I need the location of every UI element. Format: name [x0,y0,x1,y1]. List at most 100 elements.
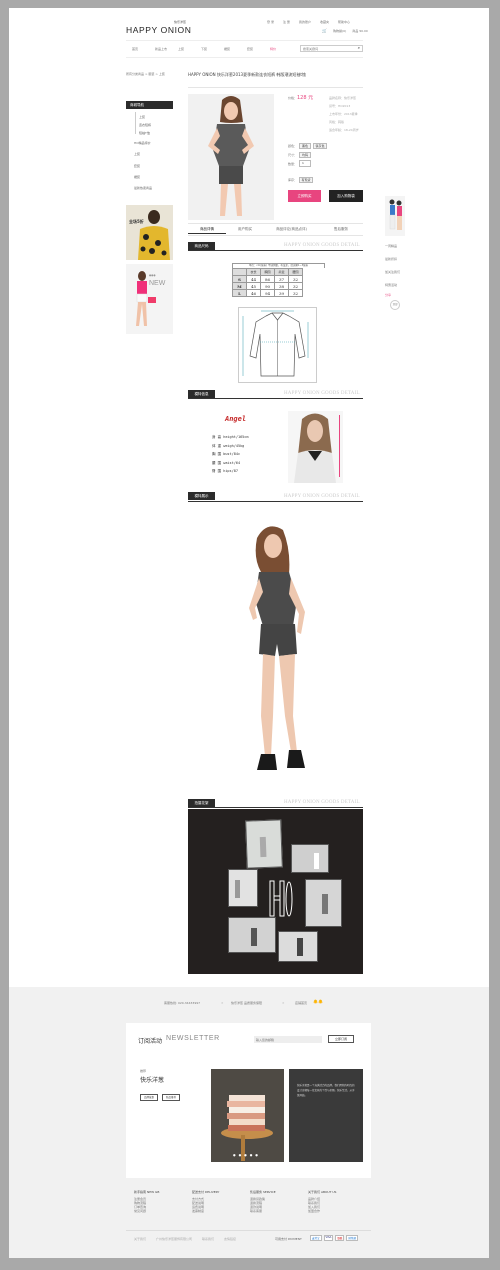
stock-label: 库存： [288,178,298,182]
register-link[interactable]: 注 册 [283,20,290,24]
sidebar-item-skirts[interactable]: 裙装 [134,175,140,179]
cart-count: 购物袋(0) [332,28,347,33]
table-row: S 44 86 37 32 [232,275,303,283]
footer-phone: 客服热线: 020-34433997 [164,1001,201,1005]
model-showcase-image [231,516,327,784]
buy-now-button[interactable]: 立即购买 [288,190,321,202]
cart-total: 商品 ¥0.00 [352,28,368,33]
size-cell: 39 [274,289,289,297]
section-shoot-en: HAPPY ONION GOODS DETAIL [284,800,360,805]
featured-brand: 快乐洋葱 [140,1077,165,1084]
size-table-header: 肩宽 [274,268,289,276]
right-rail-item[interactable]: 加关注我们 [385,270,400,274]
sidebar-item-shorts[interactable]: 连衣短裤 [139,123,151,127]
subscribe-button[interactable]: 立即订阅 [328,1035,354,1043]
size-table-header: 胸围 [260,268,275,276]
right-rail-item[interactable]: 特惠活动 [385,283,400,287]
sidebar-new-banner[interactable]: ●●● NEW [126,264,173,334]
quantity-input[interactable]: 1 [299,160,311,167]
sidebar-item-tops-2[interactable]: 上装 [134,152,140,156]
bts-photo [305,879,342,927]
tab-reviews[interactable]: 商品评论(商品点评) [264,225,319,234]
size-table-header: 腰围 [288,268,303,276]
size-cell: 44 [246,275,261,283]
footer-link[interactable]: 联系客服 [250,1209,308,1213]
footer-column: 售后服务 SERVICE 退换货政策 退换流程 退款说明 联系客服 [250,1190,308,1213]
footer-link[interactable]: 常见问题 [134,1209,192,1213]
brand-logo[interactable]: HAPPY ONION [126,25,192,35]
price-value: 128 元 [297,95,314,101]
back-to-top-button[interactable]: 顶部 [390,300,400,310]
size-cell: S [232,275,247,283]
sidebar-item-sets[interactable]: 套装 [134,164,140,168]
payment-logos: 支付宝 VISA 银联 财付通 [310,1235,358,1241]
footer-column-head: 配送支付 DELIVERY [192,1190,220,1194]
nav-skirts[interactable]: 裙装 [224,47,247,51]
table-row: M 45 90 38 32 [232,282,303,290]
footer-column: 新手指南 NEW GB 注册会员 购物流程 订单查询 常见问题 [134,1190,192,1213]
product-main-image[interactable] [188,94,274,220]
color-option-black[interactable]: 黑色 [299,143,311,149]
footer-link[interactable]: 加盟合作 [308,1209,366,1213]
separator-x-icon: ✕ [221,1001,224,1005]
search-input[interactable] [303,46,353,51]
account-link[interactable]: 我的账户 [299,20,311,24]
model-spec-line: 腰 围 waist/64 [212,460,241,465]
product-title: HAPPY ONION 快乐洋葱2013夏季新款连衣短裤 韩版潮流短袖t恤 [188,72,306,77]
carousel-dots[interactable]: ● ● ● ● ● [233,1153,259,1157]
size-table-header [232,268,247,276]
nav-new[interactable]: 新品上市 [155,47,178,51]
right-rail-item[interactable]: 一周精品 [385,244,400,248]
breadcrumb[interactable]: 所有分类商品 > 服装 > 上装 [126,72,165,76]
tab-buyers[interactable]: 用户购买 [226,225,264,234]
sidebar-promo-banner[interactable]: 全场5折 [126,205,173,260]
behind-the-scenes-collage [188,809,363,974]
stock-badge: 有现货 [299,177,313,183]
nav-sets[interactable]: 套装 [247,47,270,51]
sidebar-item-hot[interactable]: 最新热卖商品 [134,186,152,190]
bottom-link[interactable]: 联系我们 [202,1237,214,1241]
product-model-figure [208,96,254,216]
newsletter-email-input[interactable] [254,1036,322,1043]
section-divider [188,398,363,399]
footer-shop-link[interactable]: 店铺首页 [295,1001,307,1005]
section-model-en: HAPPY ONION GOODS DETAIL [284,391,360,396]
bottom-link[interactable]: 友情链接 [224,1237,236,1241]
footer-link[interactable]: 发票制度 [192,1209,250,1213]
sidebar-item-special[interactable]: HO精品特价 [134,141,151,145]
help-link[interactable]: 帮助中心 [338,20,350,24]
bottom-link[interactable]: 关于我们 [134,1237,146,1241]
promo-text: 全场5折 [129,219,144,224]
bottom-link[interactable]: 广州快乐洋葱服饰有限公司 [156,1237,192,1241]
nav-home[interactable]: 首页 [132,47,155,51]
footer-column-head: 售后服务 SERVICE [250,1190,276,1194]
tab-service[interactable]: 售后服务 [319,225,363,234]
size-option[interactable]: 均码 [299,152,311,158]
featured-tag: 推荐 [140,1069,147,1073]
qty-label: 数量： [288,162,298,166]
size-cell: 90 [260,282,275,290]
sidebar-header: 商城导航 [126,101,173,109]
login-link[interactable]: 登 录 [267,20,274,24]
nav-bottoms[interactable]: 下装 [201,47,224,51]
new-arrivals-button[interactable]: 新品推荐 [162,1094,180,1101]
nav-tops[interactable]: 上装 [178,47,201,51]
cart-summary[interactable]: 🛒 购物袋(0) 商品 ¥0.00 [322,28,368,33]
right-rail-share[interactable]: 分享 [385,293,400,297]
section-show-tag: 模特展示 [188,492,215,500]
search-icon[interactable]: ⌕ [358,45,360,50]
favorites-link[interactable]: 收藏夹 [320,20,329,24]
bottom-links: 关于我们 广州快乐洋葱服饰有限公司 联系我们 友情链接 [134,1237,236,1241]
sidebar-item-tees[interactable]: 短袖T恤 [139,131,150,135]
add-to-cart-button[interactable]: 加入购物袋 [329,190,363,202]
price-label: 价格： [288,96,298,100]
brand-story-button[interactable]: 品牌故事 [140,1094,158,1101]
right-rail-item[interactable]: 最新折扣 [385,257,400,261]
color-option-grey[interactable]: 铁灰色 [313,143,327,149]
right-rail-banner[interactable] [385,196,405,236]
sidebar-item-tops[interactable]: 上装 [139,115,145,119]
nav-sale[interactable]: 特价 [270,47,293,51]
footer-column: 关于我们 ABOUT US 品牌介绍 联系我们 加入我们 加盟合作 [308,1190,366,1213]
attr-line: 货号：HO2013 [329,104,351,108]
tab-details[interactable]: 商品详情 [188,225,226,234]
